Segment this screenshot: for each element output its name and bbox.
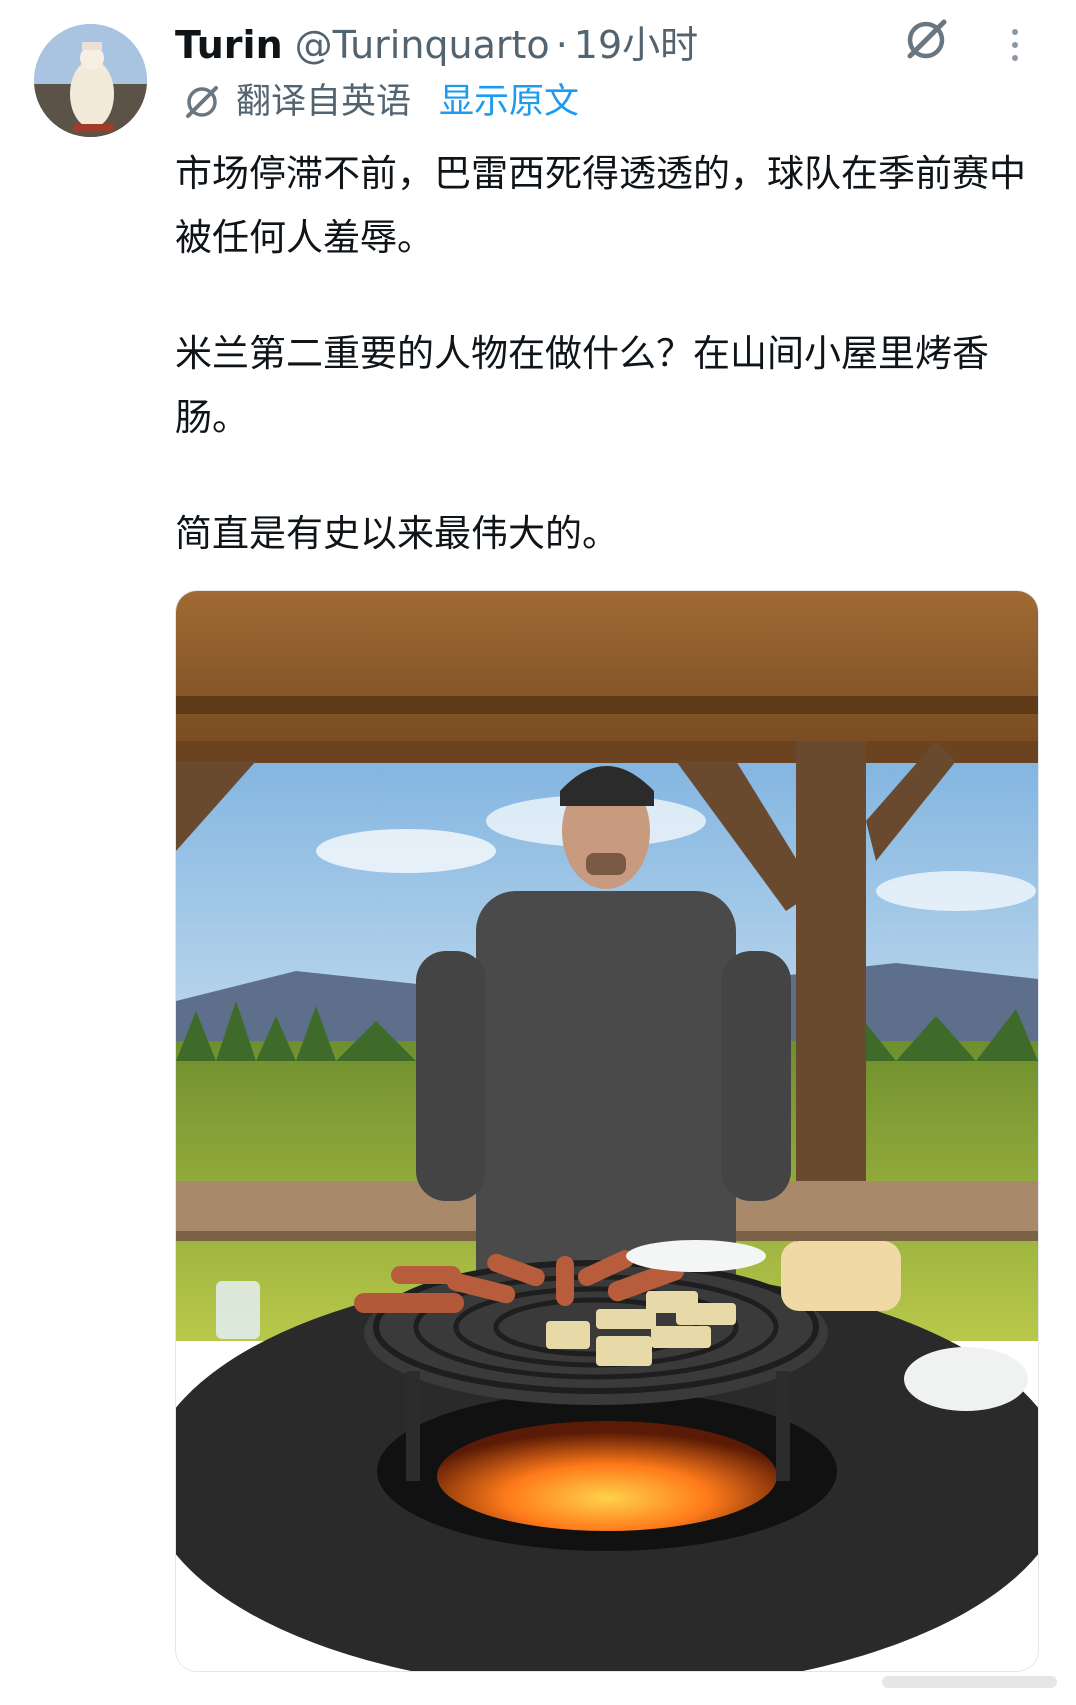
tweet-paragraph-3: 简直是有史以来最伟大的。 bbox=[175, 512, 619, 555]
timestamp[interactable]: 19小时 bbox=[574, 20, 698, 70]
tweet-text: 市场停滞不前，巴雷西死得透透的，球队在季前赛中被任何人羞辱。 米兰第二重要的人物… bbox=[175, 142, 1035, 566]
avatar[interactable] bbox=[34, 24, 147, 137]
watermark bbox=[882, 1676, 1057, 1688]
photo-scene bbox=[176, 591, 1038, 1671]
header-separator: · bbox=[555, 23, 568, 67]
translated-from-label: 翻译自英语 bbox=[236, 82, 412, 122]
translate-icon bbox=[186, 86, 218, 118]
show-original-link[interactable]: 显示原文 bbox=[439, 78, 579, 126]
translation-bar: 翻译自英语 显示原文 bbox=[182, 78, 579, 126]
more-options-icon[interactable] bbox=[1000, 20, 1030, 70]
tweet-paragraph-2: 米兰第二重要的人物在做什么？在山间小屋里烤香肠。 bbox=[175, 332, 989, 439]
avatar-image bbox=[34, 24, 147, 137]
author-name[interactable]: Turin bbox=[175, 20, 283, 70]
author-handle[interactable]: @Turinquarto bbox=[295, 20, 550, 70]
tweet-photo[interactable] bbox=[175, 590, 1039, 1672]
grok-icon[interactable] bbox=[900, 14, 952, 66]
tweet-paragraph-1: 市场停滞不前，巴雷西死得透透的，球队在季前赛中被任何人羞辱。 bbox=[175, 152, 1026, 259]
tweet-header: Turin @Turinquarto · 19小时 bbox=[175, 20, 698, 70]
